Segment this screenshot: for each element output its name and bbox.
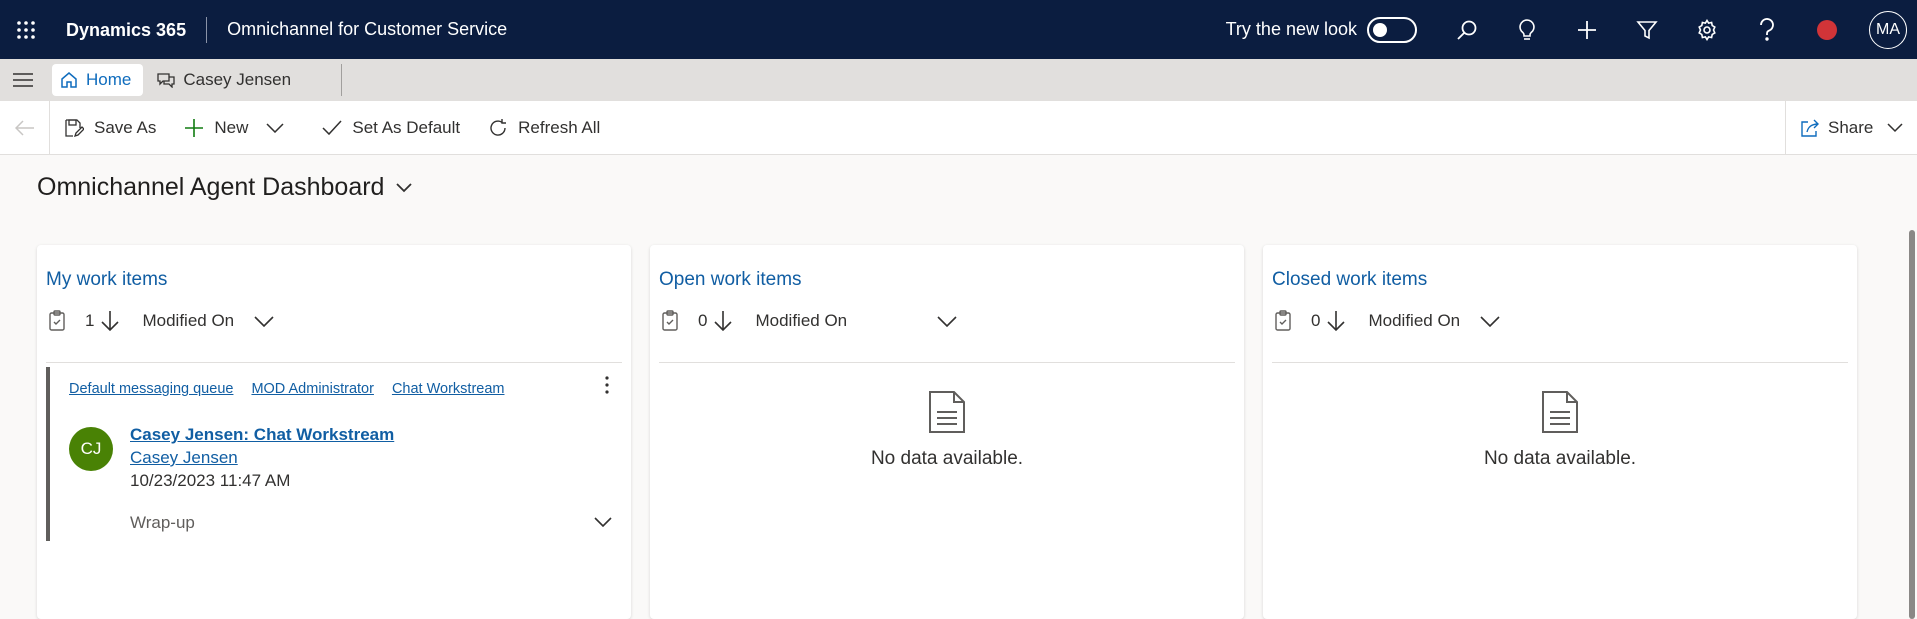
tab-home[interactable]: Home (52, 64, 144, 96)
status-label: Wrap-up (130, 513, 195, 532)
sort-row: 0 Modified On (660, 307, 957, 335)
document-icon (928, 390, 966, 434)
share-icon (1800, 119, 1828, 137)
chevron-down-icon[interactable] (1480, 315, 1500, 327)
tab-casey-jensen[interactable]: Casey Jensen (143, 64, 343, 96)
sort-field-label[interactable]: Modified On (755, 311, 847, 331)
new-label: New (214, 117, 249, 137)
document-icon (1541, 390, 1579, 434)
session-tab-bar: Home Casey Jensen (0, 59, 1917, 101)
top-navigation-bar: Dynamics 365 Omnichannel for Customer Se… (0, 0, 1917, 59)
closed-work-items-panel: Closed work items 0 Modified On No data … (1263, 245, 1857, 619)
chevron-down-icon[interactable] (266, 122, 294, 133)
refresh-all-label: Refresh All (518, 117, 601, 137)
divider (1272, 362, 1848, 363)
chevron-down-icon[interactable] (594, 517, 612, 527)
checkmark-icon (322, 119, 352, 136)
clipboard-icon[interactable] (47, 310, 67, 332)
sort-descending-icon[interactable] (1326, 310, 1346, 332)
save-as-label: Save As (94, 117, 157, 137)
empty-state: No data available. (1263, 390, 1857, 470)
chevron-down-icon (384, 182, 413, 193)
panel-title[interactable]: Closed work items (1272, 269, 1427, 291)
open-work-items-panel: Open work items 0 Modified On No data av… (650, 245, 1244, 619)
plus-icon[interactable] (1557, 0, 1617, 59)
sort-row: 1 Modified On (47, 307, 274, 335)
sort-descending-icon[interactable] (713, 310, 733, 332)
back-arrow-icon[interactable] (0, 100, 50, 155)
clipboard-icon[interactable] (1273, 310, 1293, 332)
page-title: Omnichannel Agent Dashboard (37, 173, 385, 201)
refresh-icon (488, 118, 518, 138)
hamburger-menu-icon[interactable] (0, 59, 46, 101)
sort-row: 0 Modified On (1273, 307, 1500, 335)
scrollbar[interactable] (1909, 230, 1915, 619)
plus-icon (184, 118, 214, 138)
item-count: 0 (1311, 311, 1321, 330)
queue-link[interactable]: Default messaging queue (69, 381, 233, 397)
try-new-look-label: Try the new look (1225, 19, 1357, 39)
item-count: 1 (85, 311, 95, 330)
item-count: 0 (698, 311, 708, 330)
chevron-down-icon[interactable] (937, 315, 957, 327)
set-as-default-button[interactable]: Set As Default (308, 101, 474, 155)
set-as-default-label: Set As Default (352, 117, 461, 137)
home-icon (60, 71, 86, 89)
panel-title[interactable]: Open work items (659, 269, 802, 291)
share-label: Share (1828, 118, 1874, 137)
help-icon[interactable] (1737, 0, 1797, 59)
settings-icon[interactable] (1677, 0, 1737, 59)
owner-link[interactable]: MOD Administrator (251, 381, 373, 397)
more-options-icon[interactable] (604, 375, 610, 395)
work-item-tags: Default messaging queue MOD Administrato… (69, 381, 522, 397)
sort-field-label[interactable]: Modified On (1368, 311, 1460, 331)
workstream-link[interactable]: Chat Workstream (392, 381, 505, 397)
refresh-all-button[interactable]: Refresh All (474, 101, 614, 155)
product-name[interactable]: Dynamics 365 (52, 16, 208, 43)
divider (46, 362, 622, 363)
save-as-button[interactable]: Save As (50, 101, 170, 155)
work-item-title-link[interactable]: Casey Jensen: Chat Workstream (130, 425, 394, 445)
empty-state-text: No data available. (870, 448, 1024, 469)
new-button[interactable]: New (170, 101, 308, 155)
dashboard-selector[interactable]: Omnichannel Agent Dashboard (37, 173, 413, 202)
chat-icon (157, 72, 183, 88)
clipboard-icon[interactable] (660, 310, 680, 332)
empty-state: No data available. (650, 390, 1244, 470)
lightbulb-icon[interactable] (1497, 0, 1557, 59)
try-new-look-toggle[interactable] (1367, 16, 1417, 43)
tab-session-label: Casey Jensen (183, 70, 292, 89)
work-item-card[interactable]: Default messaging queue MOD Administrato… (46, 367, 622, 541)
user-avatar[interactable]: MA (1869, 10, 1907, 49)
tab-home-label: Home (86, 70, 132, 89)
filter-icon[interactable] (1617, 0, 1677, 59)
divider (659, 362, 1235, 363)
panel-title[interactable]: My work items (46, 269, 167, 291)
app-launcher-icon[interactable] (0, 0, 52, 59)
share-button[interactable]: Share (1785, 101, 1917, 155)
presence-status-icon[interactable] (1797, 0, 1857, 59)
app-name: Omnichannel for Customer Service (227, 19, 508, 39)
empty-state-text: No data available. (1483, 448, 1637, 469)
chevron-down-icon[interactable] (1887, 123, 1911, 133)
save-as-icon (64, 118, 94, 138)
command-bar: Save As New Set As Default Refresh All S… (0, 100, 1917, 155)
my-work-items-panel: My work items 1 Modified On Default mess… (37, 245, 631, 619)
sort-field-label[interactable]: Modified On (142, 311, 234, 331)
avatar: CJ (69, 427, 113, 471)
search-icon[interactable] (1437, 0, 1497, 59)
customer-link[interactable]: Casey Jensen (130, 448, 238, 468)
modified-date: 10/23/2023 11:47 AM (130, 471, 291, 490)
toggle-knob (1373, 22, 1387, 37)
sort-descending-icon[interactable] (100, 310, 120, 332)
chevron-down-icon[interactable] (254, 315, 274, 327)
